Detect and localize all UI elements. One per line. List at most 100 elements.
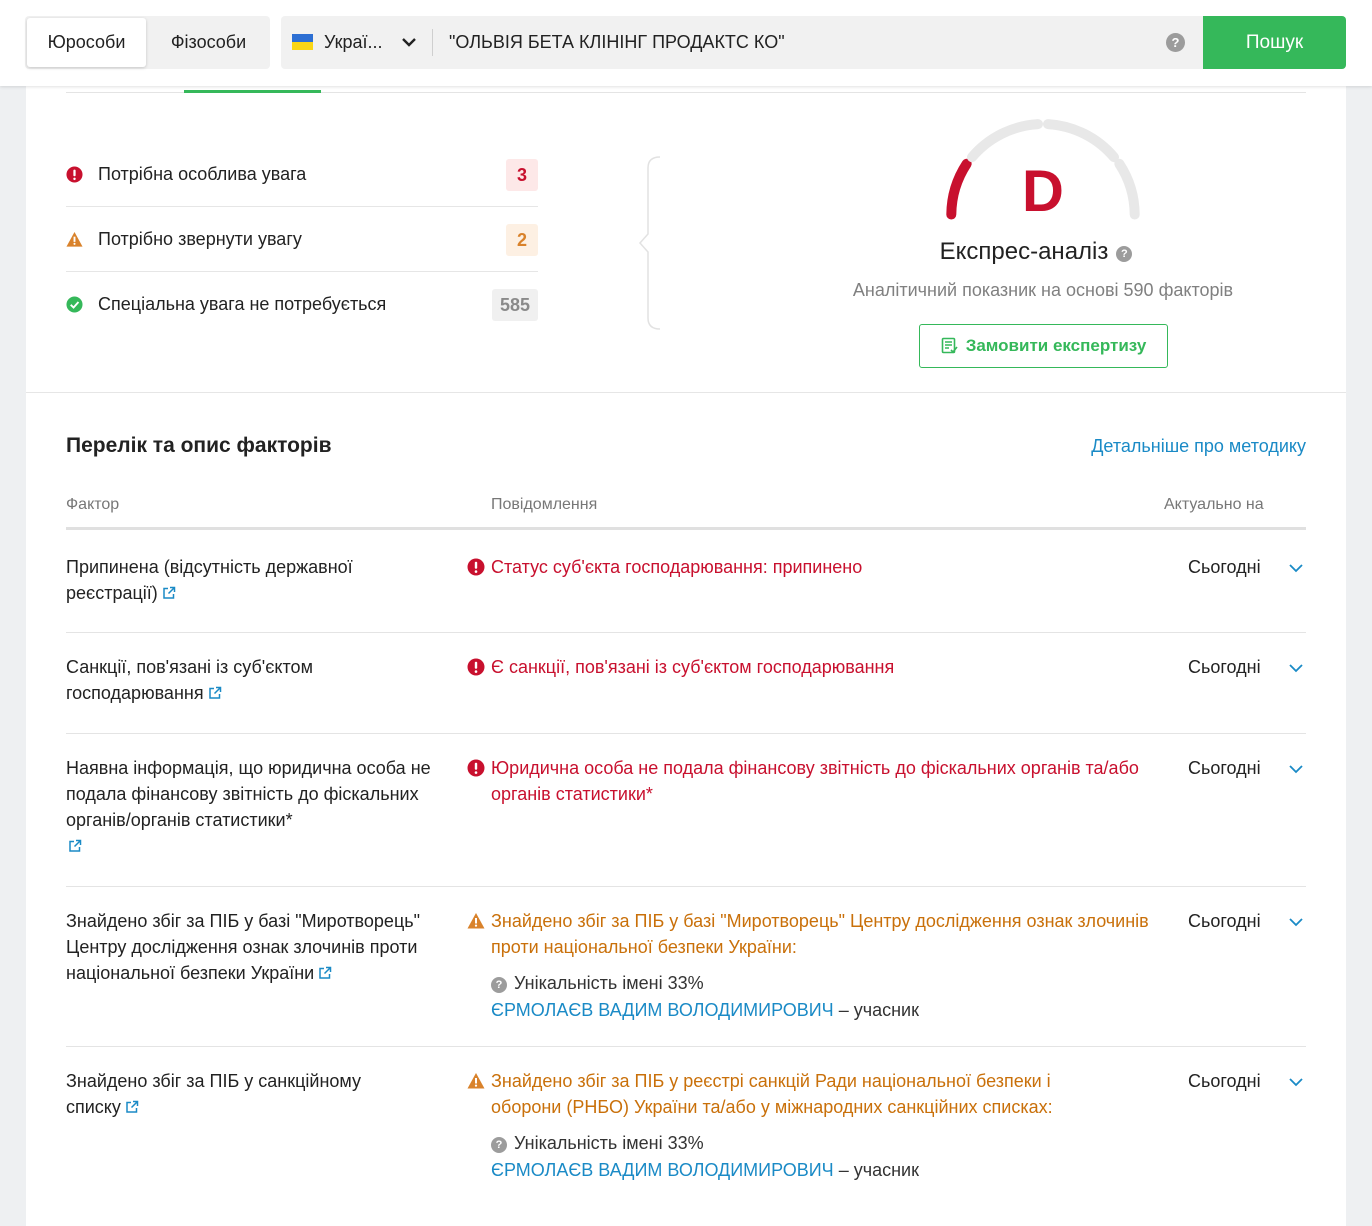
- error-icon: [467, 759, 485, 777]
- message-cell: Знайдено збіг за ПІБ у реєстрі санкцій Р…: [491, 1068, 1121, 1183]
- factor-text: Припинена (відсутність державної реєстра…: [66, 557, 353, 603]
- summary-row-ok[interactable]: Спеціальна увага не потребується 585: [66, 272, 538, 337]
- date-cell: Сьогодні: [1188, 657, 1261, 677]
- divider: [66, 1046, 1306, 1047]
- check-circle-icon: [66, 296, 83, 313]
- factor-cell: Наявна інформація, що юридична особа не …: [66, 755, 438, 859]
- summary-label: Спеціальна увага не потребується: [98, 294, 387, 314]
- chevron-down-icon[interactable]: [1288, 1074, 1304, 1090]
- external-link-icon[interactable]: [68, 839, 82, 853]
- person-role: – учасник: [838, 1160, 919, 1180]
- factor-cell: Санкції, пов'язані із суб'єктом господар…: [66, 654, 366, 706]
- top-search-bar: Юрособи Фізособи Украї... ? Пошук: [0, 0, 1372, 86]
- table-row: Знайдено збіг за ПІБ у базі "Миротворець…: [66, 908, 1306, 1047]
- help-icon[interactable]: ?: [1166, 33, 1185, 52]
- message-cell: Юридична особа не подала фінансову звітн…: [491, 758, 1139, 804]
- chevron-down-icon[interactable]: [1288, 560, 1304, 576]
- bracket-divider: [638, 156, 661, 330]
- message-cell: Статус суб'єкта господарювання: припинен…: [491, 557, 863, 577]
- date-cell: Сьогодні: [1188, 758, 1261, 778]
- tab-individuals[interactable]: Фізособи: [149, 18, 268, 67]
- express-analysis-title: Експрес-аналіз?: [886, 236, 1186, 268]
- person-entry: ЄРМОЛАЄВ ВАДИМ ВОЛОДИМИРОВИЧ – учасник: [491, 1157, 1121, 1183]
- name-uniqueness: ? Унікальність імені 33%: [491, 1130, 1121, 1156]
- table-header-divider: [66, 527, 1306, 530]
- help-icon[interactable]: ?: [1116, 246, 1133, 262]
- summary-label: Потрібна особлива увага: [98, 164, 307, 184]
- rating-grade: D: [1022, 159, 1064, 224]
- divider: [66, 886, 1306, 887]
- external-link-icon[interactable]: [318, 966, 332, 980]
- summary-row-warning[interactable]: Потрібно звернути увагу 2: [66, 207, 538, 272]
- help-icon[interactable]: ?: [491, 1137, 507, 1153]
- chevron-down-icon[interactable]: [1288, 761, 1304, 777]
- search-box: Украї... ?: [281, 16, 1203, 69]
- summary-count-badge: 2: [506, 224, 538, 256]
- factor-text: Наявна інформація, що юридична особа не …: [66, 758, 431, 830]
- uniqueness-text: Унікальність імені 33%: [514, 1133, 704, 1153]
- table-row: Наявна інформація, що юридична особа не …: [66, 755, 1306, 887]
- external-link-icon[interactable]: [208, 686, 222, 700]
- chevron-down-icon[interactable]: [401, 34, 417, 50]
- summary-row-error[interactable]: Потрібна особлива увага 3: [66, 142, 538, 207]
- factor-text: Знайдено збіг за ПІБ у санкційному списк…: [66, 1071, 362, 1117]
- tab-legal-entities[interactable]: Юрособи: [27, 18, 146, 67]
- summary-count-badge: 585: [491, 289, 538, 321]
- warning-icon: [467, 913, 485, 929]
- message-cell: Є санкції, пов'язані із суб'єктом господ…: [491, 657, 895, 677]
- methodology-link[interactable]: Детальніше про методику: [1091, 434, 1306, 458]
- analysis-card: Потрібна особлива увага 3 Потрібно зверн…: [26, 86, 1346, 1226]
- factor-cell: Знайдено збіг за ПІБ у базі "Миротворець…: [66, 908, 446, 986]
- error-icon: [66, 166, 83, 183]
- order-expertise-label: Замовити експертизу: [965, 336, 1147, 355]
- error-icon: [467, 558, 485, 576]
- chevron-down-icon[interactable]: [1288, 660, 1304, 676]
- message-text: Знайдено збіг за ПІБ у базі "Миротворець…: [491, 911, 1149, 957]
- summary-label: Потрібно звернути увагу: [98, 229, 302, 249]
- message-text: Знайдено збіг за ПІБ у реєстрі санкцій Р…: [491, 1071, 1053, 1117]
- person-role: – учасник: [838, 1000, 919, 1020]
- uniqueness-text: Унікальність імені 33%: [514, 973, 704, 993]
- factors-title: Перелік та опис факторів: [66, 434, 332, 457]
- divider: [432, 29, 433, 56]
- message-cell: Знайдено збіг за ПІБ у базі "Миротворець…: [491, 908, 1151, 1023]
- external-link-icon[interactable]: [162, 586, 176, 600]
- summary-count-badge: 3: [506, 159, 538, 191]
- factor-cell: Припинена (відсутність державної реєстра…: [66, 554, 446, 606]
- ukraine-flag-icon[interactable]: [292, 34, 313, 50]
- error-icon: [467, 658, 485, 676]
- help-icon[interactable]: ?: [491, 977, 507, 993]
- chevron-down-icon[interactable]: [1288, 914, 1304, 930]
- person-entry: ЄРМОЛАЄВ ВАДИМ ВОЛОДИМИРОВИЧ – учасник: [491, 997, 1151, 1023]
- order-expertise-button[interactable]: Замовити експертизу: [919, 324, 1168, 368]
- date-cell: Сьогодні: [1188, 557, 1261, 577]
- table-row: Припинена (відсутність державної реєстра…: [66, 554, 1306, 633]
- factor-text: Знайдено збіг за ПІБ у базі "Миротворець…: [66, 911, 421, 983]
- column-header-date: Актуально на: [1164, 496, 1264, 513]
- analysis-subtitle: Аналітичний показник на основі 590 факто…: [852, 280, 1234, 300]
- factor-text: Санкції, пов'язані із суб'єктом господар…: [66, 657, 313, 703]
- person-link[interactable]: ЄРМОЛАЄВ ВАДИМ ВОЛОДИМИРОВИЧ: [491, 1000, 834, 1020]
- express-analysis-label: Експрес-аналіз: [939, 238, 1109, 265]
- warning-icon: [66, 231, 83, 247]
- column-header-factor: Фактор: [66, 496, 120, 513]
- country-select[interactable]: Украї...: [324, 16, 383, 69]
- person-link[interactable]: ЄРМОЛАЄВ ВАДИМ ВОЛОДИМИРОВИЧ: [491, 1160, 834, 1180]
- divider: [66, 632, 1306, 633]
- search-input[interactable]: [449, 16, 1149, 69]
- search-button[interactable]: Пошук: [1203, 16, 1346, 69]
- table-row: Санкції, пов'язані із суб'єктом господар…: [66, 654, 1306, 734]
- divider: [66, 733, 1306, 734]
- active-tab-indicator: [184, 90, 321, 93]
- date-cell: Сьогодні: [1188, 911, 1261, 931]
- date-cell: Сьогодні: [1188, 1071, 1261, 1091]
- column-header-message: Повідомлення: [491, 496, 598, 513]
- table-row: Знайдено збіг за ПІБ у санкційному списк…: [66, 1068, 1306, 1208]
- name-uniqueness: ? Унікальність імені 33%: [491, 970, 1151, 996]
- warning-icon: [467, 1073, 485, 1089]
- external-link-icon[interactable]: [125, 1100, 139, 1114]
- factor-cell: Знайдено збіг за ПІБ у санкційному списк…: [66, 1068, 406, 1120]
- document-icon: [941, 337, 958, 354]
- section-divider: [26, 392, 1346, 393]
- entity-type-switch: Юрособи Фізособи: [25, 16, 270, 69]
